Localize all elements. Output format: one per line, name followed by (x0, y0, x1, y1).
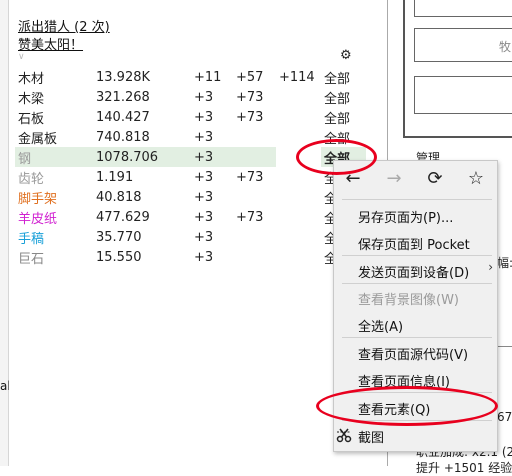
resource-value: 740.818 (96, 129, 150, 145)
collapse-arrow-icon[interactable]: ∨ (18, 52, 25, 62)
resource-plus-small[interactable]: +3 (191, 167, 233, 187)
resource-plus-small[interactable]: +3 (191, 87, 233, 107)
right-panel-frame-left (403, 0, 405, 138)
resource-plus-small[interactable]: +11 (191, 67, 233, 87)
resource-value: 1078.706 (93, 147, 191, 167)
collect-button[interactable]: 牧 (414, 28, 512, 62)
menu-item-view-source[interactable]: 查看页面源代码(V) (358, 344, 468, 363)
resource-plus-small[interactable]: +3 (191, 187, 233, 207)
resource-name: 脚手架 (18, 191, 58, 207)
send-hunters-link[interactable]: 派出猎人 (2 次) (18, 16, 110, 35)
resource-name: 齿轮 (18, 171, 45, 187)
menu-item-screenshot[interactable]: 截图 (358, 427, 384, 446)
bookmark-icon[interactable]: ☆ (461, 167, 491, 191)
resource-name: 钢 (15, 147, 93, 167)
resource-row: 脚手架 40.818 +3 全 (15, 187, 366, 207)
resource-row: 石板 140.427 +3 +73 全部 (15, 107, 366, 127)
resource-plus-small[interactable]: +3 (191, 227, 233, 247)
menu-item-save-pocket[interactable]: 保存页面到 Pocket (358, 234, 470, 253)
highlight-ellipse-inspect-element (316, 386, 498, 426)
resource-value: 321.268 (96, 89, 150, 105)
resource-row: 巨石 15.550 +3 全 (15, 247, 366, 267)
resource-value: 1.191 (96, 169, 134, 185)
menu-separator (342, 337, 492, 338)
resource-plus-medium[interactable] (233, 247, 276, 267)
collect-button-label: 牧 (499, 40, 512, 54)
resource-plus-medium[interactable]: +57 (233, 67, 276, 87)
resource-plus-medium[interactable]: +73 (233, 107, 276, 127)
resource-name: 木材 (18, 71, 45, 87)
resource-name: 巨石 (18, 251, 45, 267)
right-panel-divider (497, 346, 512, 347)
menu-separator (342, 199, 492, 200)
resource-plus-medium[interactable]: +73 (233, 87, 276, 107)
praise-sun-link[interactable]: 赞美太阳！ (18, 34, 83, 53)
resource-row: 羊皮纸 477.629 +3 +73 全 (15, 207, 366, 227)
resource-value: 140.427 (96, 109, 150, 125)
resource-plus-large[interactable] (276, 227, 321, 247)
gear-icon[interactable]: ⚙ (340, 48, 352, 63)
menu-separator (342, 255, 492, 256)
resource-plus-medium[interactable]: +73 (233, 207, 276, 227)
right-panel-box[interactable] (414, 76, 512, 114)
resource-plus-small[interactable]: +3 (191, 247, 233, 267)
scissors-icon (336, 427, 352, 447)
resource-plus-large[interactable] (276, 87, 321, 107)
resource-plus-large[interactable] (276, 107, 321, 127)
resource-plus-large[interactable] (276, 247, 321, 267)
resource-plus-large[interactable]: +114 (276, 67, 321, 87)
resource-plus-medium[interactable] (233, 227, 276, 247)
resource-plus-medium[interactable] (233, 127, 276, 147)
forward-icon[interactable]: → (379, 167, 409, 191)
resource-plus-medium[interactable]: +73 (233, 167, 276, 187)
resource-value: 477.629 (96, 209, 150, 225)
right-panel-fragment-67: 67 (497, 410, 512, 424)
resource-all-button[interactable]: 全部 (321, 67, 366, 87)
resource-plus-small[interactable]: +3 (191, 207, 233, 227)
submenu-arrow-icon: › (488, 260, 493, 274)
resource-plus-small[interactable]: +3 (191, 147, 233, 167)
menu-item-send-to-device[interactable]: 发送页面到设备(D) (358, 262, 469, 281)
resource-value: 35.770 (96, 229, 142, 245)
resource-name: 金属板 (18, 131, 58, 147)
experience-text: 提升 +1501 经验 (416, 461, 512, 475)
menu-item-view-background[interactable]: 查看背景图像(W) (358, 289, 459, 308)
resource-row: 木梁 321.268 +3 +73 全部 (15, 87, 366, 107)
menu-separator (342, 283, 492, 284)
resource-all-button[interactable]: 全部 (321, 87, 366, 107)
resource-all-button[interactable]: 全部 (321, 107, 366, 127)
resource-row: 木材 13.928K +11 +57 +114 全部 (15, 67, 366, 87)
resource-value: 40.818 (96, 189, 142, 205)
resource-plus-medium[interactable] (233, 147, 276, 167)
menu-item-select-all[interactable]: 全选(A) (358, 316, 403, 335)
resource-name: 羊皮纸 (18, 211, 58, 227)
resource-value: 13.928K (96, 69, 151, 85)
resource-plus-large[interactable] (276, 207, 321, 227)
menu-item-save-page[interactable]: 另存页面为(P)... (358, 207, 453, 226)
right-panel-fragment-fu: 幅: (497, 256, 512, 270)
reload-icon[interactable]: ⟳ (420, 167, 450, 191)
resource-plus-small[interactable]: +3 (191, 107, 233, 127)
resource-name: 木梁 (18, 91, 45, 107)
right-panel-frame-bottom (403, 136, 512, 138)
resource-row: 手稿 35.770 +3 全 (15, 227, 366, 247)
resource-name: 手稿 (18, 231, 45, 247)
right-panel-input-top[interactable] (414, 0, 512, 17)
resource-plus-small[interactable]: +3 (191, 127, 233, 147)
resource-plus-medium[interactable] (233, 187, 276, 207)
resource-value: 15.550 (96, 249, 142, 265)
resource-plus-large[interactable] (276, 187, 321, 207)
highlight-ellipse-all-button (296, 139, 377, 175)
resource-name: 石板 (18, 111, 45, 127)
